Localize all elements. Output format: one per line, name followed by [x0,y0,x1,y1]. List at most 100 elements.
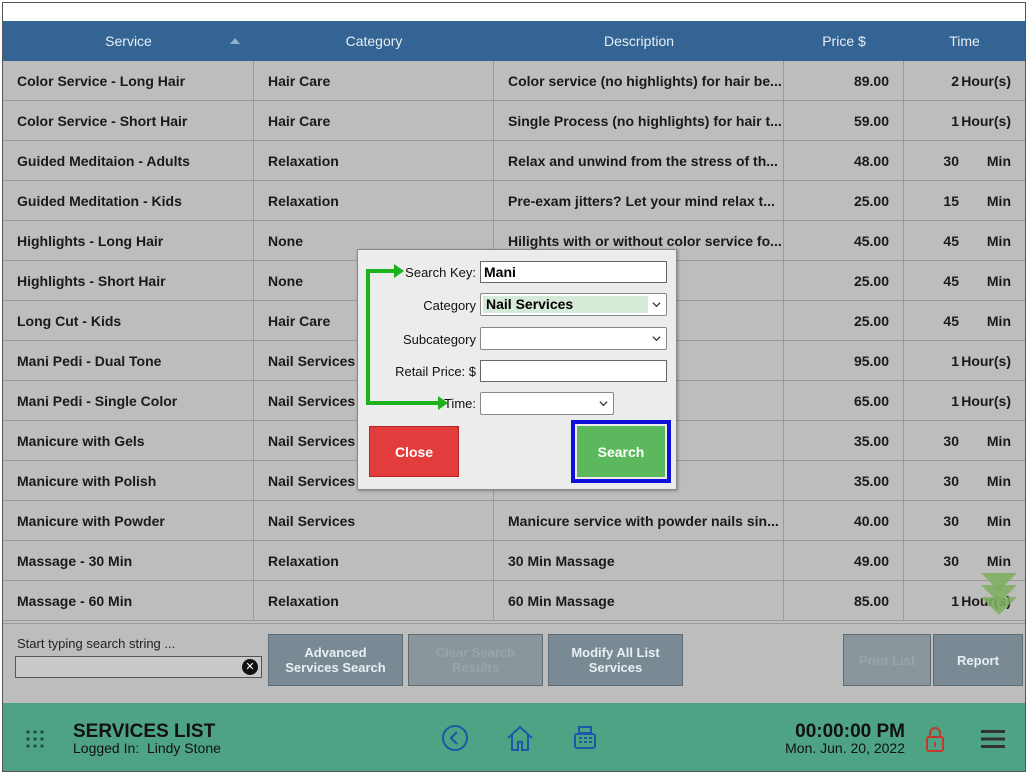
description-cell: Pre-exam jitters? Let your mind relax t.… [494,181,784,221]
category-select[interactable]: Nail Services [480,293,667,316]
service-cell: Manicure with Gels [3,421,254,461]
service-cell: Highlights - Long Hair [3,221,254,261]
table-row[interactable]: Manicure with Powder Nail Services Manicur… [3,501,1025,541]
time-unit: Min [986,273,1011,289]
subcategory-label: Subcategory [403,332,476,347]
price-cell: 25.00 [784,301,904,341]
top-strip [3,3,1025,21]
lock-icon[interactable] [925,725,945,753]
button-label: Print List [858,652,916,668]
table-header: Service Category Description Price $ Tim… [3,21,1025,61]
price-cell: 49.00 [784,541,904,581]
clear-search-results-button[interactable]: Clear Search Results [408,634,543,686]
close-button[interactable]: Close [369,426,459,477]
time-value: 45 [943,233,959,249]
service-cell: Color Service - Long Hair [3,61,254,101]
search-input[interactable]: ✕ [15,656,262,678]
time-unit: Min [986,553,1011,569]
time-value: 2 [951,73,959,89]
category-cell: Relaxation [254,541,494,581]
column-header-category[interactable]: Category [254,21,494,61]
hamburger-menu-icon[interactable] [981,729,1005,749]
column-label: Category [345,33,403,49]
table-row[interactable]: Massage - 60 Min Relaxation 60 Min Massage… [3,581,1025,621]
column-header-time[interactable]: Time [904,21,1025,61]
service-cell: Guided Meditation - Kids [3,181,254,221]
subcategory-select[interactable] [480,327,667,350]
time-cell: 15 Min [904,181,1025,221]
price-cell: 85.00 [784,581,904,621]
chevron-down-icon [652,302,661,308]
time-select[interactable] [480,392,614,415]
time-value: 30 [943,153,959,169]
price-cell: 40.00 [784,501,904,541]
search-key-label: Search Key: [405,265,476,280]
button-label: Modify All List Services [571,645,660,675]
category-cell: Nail Services [254,501,494,541]
category-cell: Relaxation [254,581,494,621]
category-cell: Hair Care [254,61,494,101]
footer-bar: SERVICES LIST Logged In: Lindy Stone 00:… [3,703,1025,771]
scroll-down-chevrons-icon[interactable] [981,571,1017,619]
description-cell: Relax and unwind from the stress of th..… [494,141,784,181]
service-cell: Highlights - Short Hair [3,261,254,301]
button-label: Clear Search Results [435,645,516,675]
search-button[interactable]: Search [577,426,665,477]
time-cell: 45 Min [904,301,1025,341]
time-value: 30 [943,473,959,489]
time-unit: Hour(s) [961,73,1011,89]
search-key-input[interactable]: Mani [480,261,667,283]
home-icon[interactable] [505,723,535,753]
time-unit: Hour(s) [961,353,1011,369]
time-unit: Min [986,193,1011,209]
description-cell: 60 Min Massage [494,581,784,621]
time-value: 30 [943,553,959,569]
time-value: 1 [951,393,959,409]
retail-price-input[interactable] [480,360,667,382]
time-cell: 30 Min [904,421,1025,461]
time-value: 15 [943,193,959,209]
price-cell: 95.00 [784,341,904,381]
price-cell: 25.00 [784,261,904,301]
time-label: Time: [443,396,476,411]
price-cell: 45.00 [784,221,904,261]
time-unit: Hour(s) [961,113,1011,129]
time-unit: Min [986,153,1011,169]
service-cell: Massage - 60 Min [3,581,254,621]
bottom-toolbar: Start typing search string ... ✕ Advance… [3,623,1025,703]
user-name: Lindy Stone [146,740,221,756]
modify-all-list-services-button[interactable]: Modify All List Services [548,634,683,686]
print-list-button[interactable]: Print List [843,634,931,686]
cash-register-icon[interactable] [571,724,599,752]
search-label: Start typing search string ... [17,636,176,651]
service-cell: Mani Pedi - Single Color [3,381,254,421]
table-row[interactable]: Guided Meditaion - Adults Relaxation Relax… [3,141,1025,181]
column-label: Price $ [822,33,866,49]
back-circle-icon[interactable] [441,724,469,752]
clock-date: Mon. Jun. 20, 2022 [785,740,905,756]
service-cell: Long Cut - Kids [3,301,254,341]
apps-grid-icon[interactable] [25,729,45,749]
service-cell: Manicure with Powder [3,501,254,541]
retail-price-label: Retail Price: $ [395,364,476,379]
clear-x-icon[interactable]: ✕ [242,659,258,675]
category-select-value: Nail Services [483,296,648,313]
table-row[interactable]: Guided Meditation - Kids Relaxation Pre-ex… [3,181,1025,221]
column-header-price[interactable]: Price $ [784,21,904,61]
time-value: 1 [951,353,959,369]
time-unit: Min [986,473,1011,489]
advanced-services-search-button[interactable]: Advanced Services Search [268,634,403,686]
column-header-description[interactable]: Description [494,21,784,61]
time-unit: Hour(s) [961,393,1011,409]
table-row[interactable]: Massage - 30 Min Relaxation 30 Min Massage… [3,541,1025,581]
report-button[interactable]: Report [933,634,1023,686]
logged-in-label: Logged In: [73,740,140,756]
time-cell: 45 Min [904,221,1025,261]
column-header-service[interactable]: Service [3,21,254,61]
table-row[interactable]: Color Service - Short Hair Hair Care Singl… [3,101,1025,141]
search-button-highlight: Search [571,420,671,483]
price-cell: 25.00 [784,181,904,221]
time-cell: 1Hour(s) [904,341,1025,381]
service-cell: Manicure with Polish [3,461,254,501]
table-row[interactable]: Color Service - Long Hair Hair Care Color … [3,61,1025,101]
